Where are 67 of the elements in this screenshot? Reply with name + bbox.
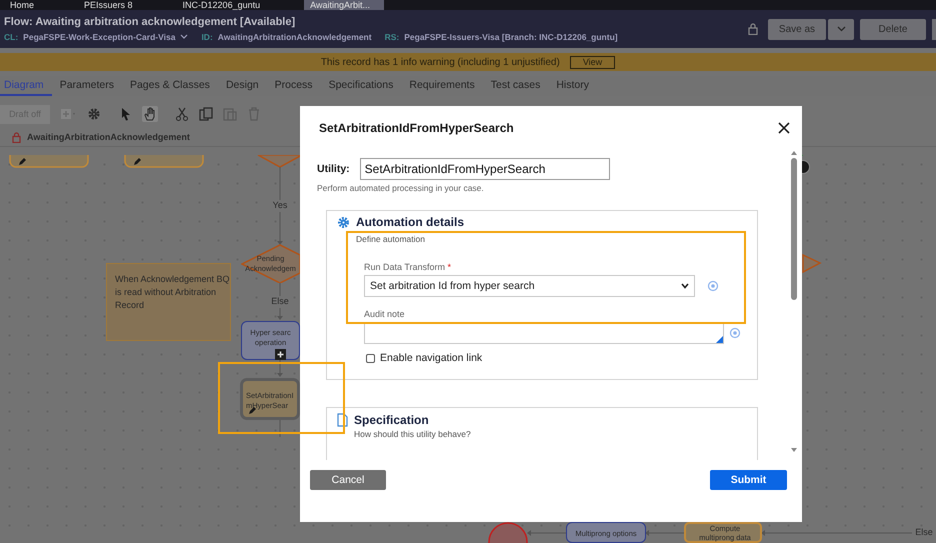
connector-line: [277, 360, 283, 377]
plus-icon[interactable]: [275, 349, 286, 360]
cut-icon[interactable]: [174, 106, 190, 122]
tab[interactable]: Parameters: [56, 76, 122, 96]
checkbox[interactable]: [366, 354, 375, 362]
cancel-button[interactable]: Cancel: [310, 470, 386, 490]
copy-icon[interactable]: [198, 106, 214, 122]
tab[interactable]: Requirements: [405, 76, 483, 96]
utility-label: Utility:: [317, 163, 350, 175]
id-label: ID:: [201, 32, 213, 42]
warning-message: This record has 1 info warning (including 1 unjustified): [320, 56, 560, 68]
hand-icon[interactable]: [142, 106, 158, 122]
lock-icon: [748, 23, 758, 35]
utility-field[interactable]: SetArbitrationIdFromHyperSearch: [360, 158, 610, 180]
start-shape: [488, 522, 528, 543]
target-icon[interactable]: [707, 280, 719, 292]
tab[interactable]: History: [552, 76, 598, 96]
rs-value: PegaFSPE-Issuers-Visa [Branch: INC-D12206_guntu]: [404, 32, 618, 42]
card-title: Specification: [354, 413, 430, 427]
gear-icon[interactable]: [86, 106, 102, 122]
note-shape: When Acknowledgement BQ is read without Arbitration Record: [106, 263, 231, 341]
caret-icon: [836, 26, 846, 32]
class-label: CL:: [4, 32, 18, 42]
chevron-icon[interactable]: [180, 34, 188, 40]
tab[interactable]: Diagram: [0, 76, 52, 96]
gear-icon: [337, 216, 350, 229]
caret-icon: [681, 283, 689, 289]
resize-handle-icon[interactable]: [716, 336, 723, 343]
app-tab[interactable]: Home: [4, 0, 48, 10]
app-tab[interactable]: PEIssuers 8: [78, 0, 147, 10]
lock-icon: [12, 132, 21, 142]
field-label: Run Data Transform *: [364, 262, 452, 272]
submit-button[interactable]: Submit: [710, 470, 787, 490]
close-button[interactable]: [776, 120, 792, 136]
tab[interactable]: Test cases: [486, 76, 548, 96]
connector-line: [527, 530, 566, 536]
decision-shape: [257, 155, 301, 168]
document-icon: [337, 413, 348, 427]
class-value: PegaFSPE-Work-Exception-Card-Visa: [23, 32, 176, 42]
flow-title: Flow: Awaiting arbitration acknowledgement [Available]: [4, 16, 296, 28]
card-subtitle: How should this utility behave?: [354, 429, 471, 439]
checkbox-label: Enable navigation link: [380, 352, 482, 364]
view-button[interactable]: View: [570, 56, 616, 68]
connector-line: [645, 530, 684, 536]
card-title: Automation details: [356, 216, 464, 229]
card-subtitle: Define automation: [356, 234, 426, 244]
pencil-icon: [133, 157, 142, 166]
tab[interactable]: Process: [270, 76, 321, 96]
field-label: Audit note: [364, 309, 406, 319]
audit-note-field[interactable]: [364, 322, 724, 344]
app-tab[interactable]: AwaitingArbit...: [304, 0, 384, 10]
tab[interactable]: Specifications: [324, 76, 402, 96]
save-as-button[interactable]: Save as: [768, 18, 826, 40]
dropdown-button[interactable]: [828, 18, 854, 40]
tab[interactable]: Design: [222, 76, 267, 96]
pencil-icon: [18, 157, 27, 166]
decision-shape: [802, 254, 822, 274]
flow-name: AwaitingArbitrationAcknowledgement: [27, 132, 190, 142]
rs-label: RS:: [384, 32, 400, 42]
app-tab[interactable]: INC-D12206_guntu: [176, 0, 274, 10]
delete-button[interactable]: Delete: [860, 18, 926, 40]
target-icon[interactable]: [729, 327, 741, 339]
dialog-title: SetArbitrationIdFromHyperSearch: [319, 121, 514, 135]
transform-select[interactable]: Set arbitration Id from hyper search: [364, 275, 695, 297]
id-value: AwaitingArbitrationAcknowledgement: [218, 32, 372, 42]
tab[interactable]: Pages & Classes: [126, 76, 218, 96]
utility-hint: Perform automated processing in your case.: [317, 183, 485, 193]
